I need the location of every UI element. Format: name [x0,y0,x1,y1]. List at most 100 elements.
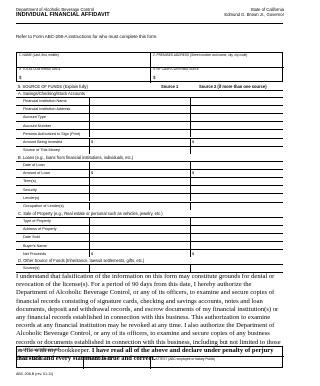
name-field[interactable] [19,58,147,66]
row-label: Date Sold [23,235,40,240]
noncash-dollar-sign: $ [153,75,156,80]
table-row: Occupation of Lender(s) [16,201,283,210]
noncash-contribution-label: 4. NF CASH CONTRIBUTION $ [153,67,199,71]
row-label: Account Type [23,115,46,120]
source1-cell[interactable] [94,235,186,241]
table-row: Amount Being Invested $ $ [16,137,283,146]
source2-cell[interactable] [196,123,280,129]
source1-cell[interactable] [94,227,186,233]
total-dollar-sign: $ [19,75,22,80]
section-d-title: D. Other Source of Funds (Inheritance, l… [18,258,145,263]
table-row: Financial Institution Address [16,104,283,113]
row-label: Financial Institution Name [23,99,67,104]
source2-cell[interactable] [196,140,280,146]
table-row: Financial Institution Name [16,96,283,105]
dollar-sign: $ [91,171,94,176]
row-label: Amount Being Invested [23,140,63,145]
row-label: Source(s) [23,266,40,271]
row-label: Persons Authorized to Sign (Print) [23,131,81,136]
source1-cell[interactable] [94,266,186,272]
field-divider [150,53,151,83]
source1-cell[interactable] [94,187,186,193]
header-left: Department of Alcoholic Beverage Control… [16,7,110,19]
source1-cell[interactable] [94,163,186,169]
source2-cell[interactable] [196,148,280,154]
row-label: Term(s) [23,179,36,184]
source2-cell[interactable] [196,99,280,105]
attest-field[interactable] [152,361,280,368]
source2-cell[interactable] [196,204,280,210]
source2-cell[interactable] [196,179,280,185]
signature-box: 6. APPLICANT SIGNATURE 7. DATE SIGNED 8.… [16,346,284,369]
row-label: Security [23,187,37,192]
source2-cell[interactable] [196,219,280,225]
dollar-sign: $ [192,171,195,176]
table-row: Date of Loan [16,160,283,169]
table-row: Source(s) [16,263,283,272]
source2-cell[interactable] [196,243,280,249]
total-contribution-label: 3. TOTAL CONTRIBUTION $ [19,67,61,71]
declaration-body: I understand that falsification of the i… [16,273,281,354]
dollar-sign: $ [192,251,195,256]
form-number: ABC-208-B (rev. 01-11) [16,372,54,376]
row-label: Account Number [23,123,52,128]
source2-cell[interactable] [196,195,280,201]
source2-cell[interactable] [196,187,280,193]
dollar-sign: $ [91,251,94,256]
table-row: Type of Property [16,216,283,225]
source2-header: Source 2 (if more than one source) [199,84,267,89]
table-row: Security [16,185,283,194]
source1-cell[interactable] [94,107,186,113]
source1-cell[interactable] [94,140,186,146]
noncash-contribution-field[interactable] [159,73,279,81]
source1-cell[interactable] [94,204,186,210]
place-signed-field[interactable] [85,361,147,368]
row-label: Address of Property [23,227,57,232]
source1-cell[interactable] [94,115,186,121]
row-label: Type of Property [23,219,51,224]
row-label: Financial Institution Address [23,107,71,112]
source1-cell[interactable] [94,243,186,249]
row-label: Source of This Money [23,148,60,153]
source2-cell[interactable] [196,131,280,137]
total-contribution-field[interactable] [25,73,145,81]
source1-cell[interactable] [94,179,186,185]
source2-cell[interactable] [196,107,280,113]
dollar-sign: $ [192,140,195,145]
premises-field[interactable] [153,58,281,66]
source1-cell[interactable] [94,148,186,154]
source2-cell[interactable] [196,171,280,177]
table-row: Source of This Money [16,145,283,154]
source2-cell[interactable] [196,227,280,233]
source2-cell[interactable] [196,163,280,169]
row-label: Date of Loan [23,163,45,168]
table-row: Buyer's Name [16,241,283,250]
table-row: Persons Authorized to Sign (Print) [16,129,283,138]
source1-cell[interactable] [94,251,186,257]
row-label: Amount of Loan [23,171,50,176]
source1-cell[interactable] [94,171,186,177]
table-row: Address of Property [16,224,283,233]
fields-box: 1. NAME (Last, first, middle) 2. PREMISE… [16,52,284,83]
source2-cell[interactable] [196,266,280,272]
governor-name: Edmund G. Brown Jr., Governor [224,12,284,17]
source2-cell[interactable] [196,235,280,241]
dollar-sign: $ [91,140,94,145]
source1-cell[interactable] [94,131,186,137]
section-a-title: A. Savings/Checking/Stock Accounts [18,91,85,96]
source1-cell[interactable] [94,123,186,129]
source1-cell[interactable] [94,219,186,225]
source-of-funds-label: 5. SOURCE OF FUNDS (Explain fully) [18,84,88,89]
table-row: Date Sold [16,232,283,242]
table-row: Net Proceeds $ $ [16,249,283,258]
source1-cell[interactable] [94,195,186,201]
source2-cell[interactable] [196,251,280,257]
date-signed-field[interactable] [19,361,81,368]
applicant-signature-field[interactable] [19,351,279,355]
source2-cell[interactable] [196,115,280,121]
header-right: State of California Edmund G. Brown Jr.,… [224,7,284,17]
row-label: Net Proceeds [23,251,47,256]
section-b-title: B. Loans (e.g., loans from financial ins… [18,155,134,160]
source1-cell[interactable] [94,99,186,105]
form-title: INDIVIDUAL FINANCIAL AFFIDAVIT [16,12,110,18]
